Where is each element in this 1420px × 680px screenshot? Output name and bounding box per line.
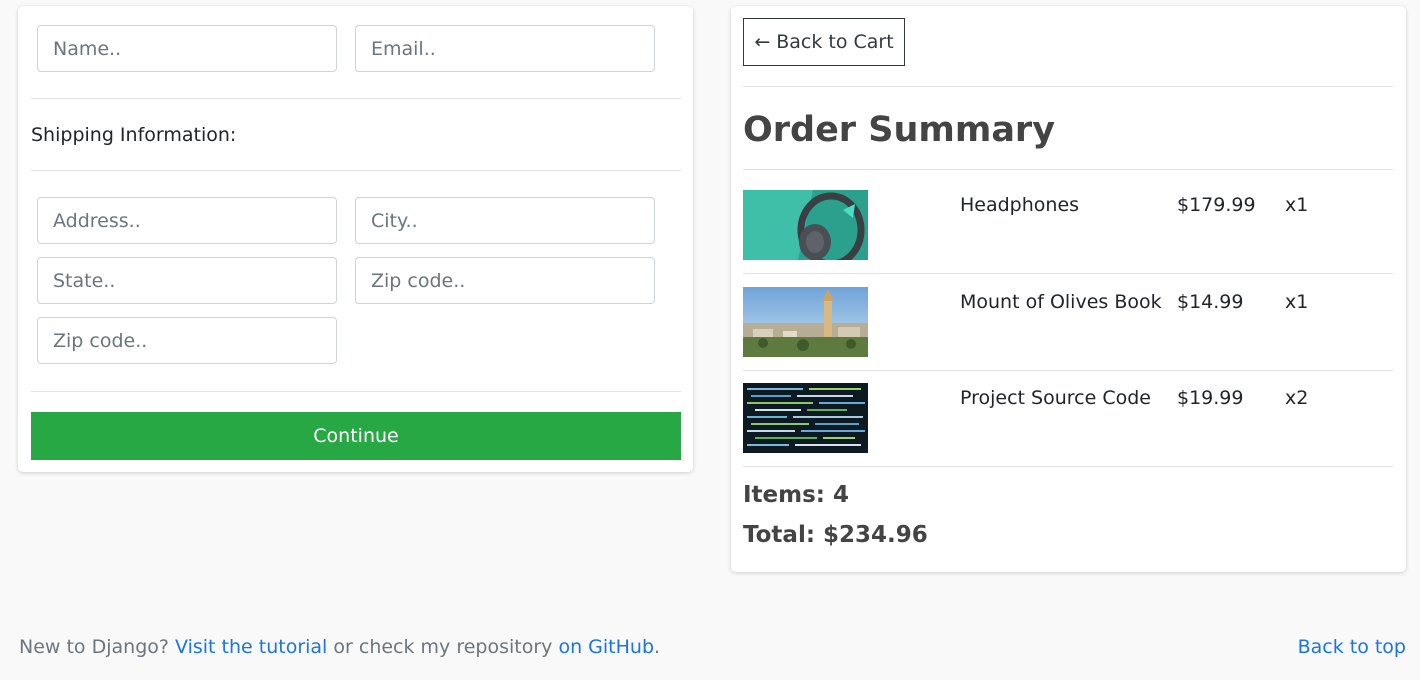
items-count: Items: 4	[743, 482, 850, 508]
divider	[31, 170, 681, 171]
divider	[31, 98, 681, 99]
divider	[743, 86, 1393, 87]
item-quantity: x2	[1285, 387, 1309, 409]
item-quantity: x1	[1285, 291, 1309, 313]
tutorial-link[interactable]: Visit the tutorial	[175, 636, 327, 658]
divider	[743, 273, 1393, 274]
item-price: $179.99	[1177, 194, 1256, 216]
mount-of-olives-image	[743, 287, 868, 357]
item-name: Project Source Code	[960, 387, 1151, 409]
footer-text: New to Django? Visit the tutorial or che…	[19, 636, 660, 658]
footer-suffix: .	[654, 636, 661, 658]
zip-code-input-2[interactable]	[37, 317, 337, 364]
item-quantity: x1	[1285, 194, 1309, 216]
back-to-cart-button[interactable]: ← Back to Cart	[743, 18, 905, 66]
footer-middle: or check my repository	[333, 636, 553, 658]
list-item: Project Source Code $19.99 x2	[743, 383, 1393, 479]
checkout-form-card: Shipping Information: Continue	[18, 6, 693, 472]
item-name: Headphones	[960, 194, 1080, 216]
back-to-top-link[interactable]: Back to top	[1298, 636, 1406, 658]
city-input[interactable]	[355, 197, 655, 244]
item-price: $14.99	[1177, 291, 1244, 313]
left-arrow-icon: ←	[754, 31, 771, 53]
order-summary-card: ← Back to Cart Order Summary Headphones …	[731, 6, 1406, 572]
divider	[31, 391, 681, 392]
order-summary-title: Order Summary	[743, 110, 1056, 150]
item-price: $19.99	[1177, 387, 1244, 409]
name-input[interactable]	[37, 25, 337, 72]
list-item: Mount of Olives Book $14.99 x1	[743, 287, 1393, 383]
divider	[743, 466, 1393, 467]
state-input[interactable]	[37, 257, 337, 304]
item-name: Mount of Olives Book	[960, 291, 1162, 313]
github-link[interactable]: on GitHub	[558, 636, 654, 658]
divider	[743, 169, 1393, 170]
zip-code-input[interactable]	[355, 257, 655, 304]
email-input[interactable]	[355, 25, 655, 72]
source-code-image	[743, 383, 868, 453]
address-input[interactable]	[37, 197, 337, 244]
order-total: Total: $234.96	[743, 522, 928, 548]
list-item: Headphones $179.99 x1	[743, 190, 1393, 286]
footer-prefix: New to Django?	[19, 636, 169, 658]
back-to-cart-label: Back to Cart	[776, 31, 894, 53]
divider	[743, 370, 1393, 371]
shipping-information-label: Shipping Information:	[31, 124, 237, 146]
continue-button[interactable]: Continue	[31, 412, 681, 460]
headphones-image	[743, 190, 868, 260]
